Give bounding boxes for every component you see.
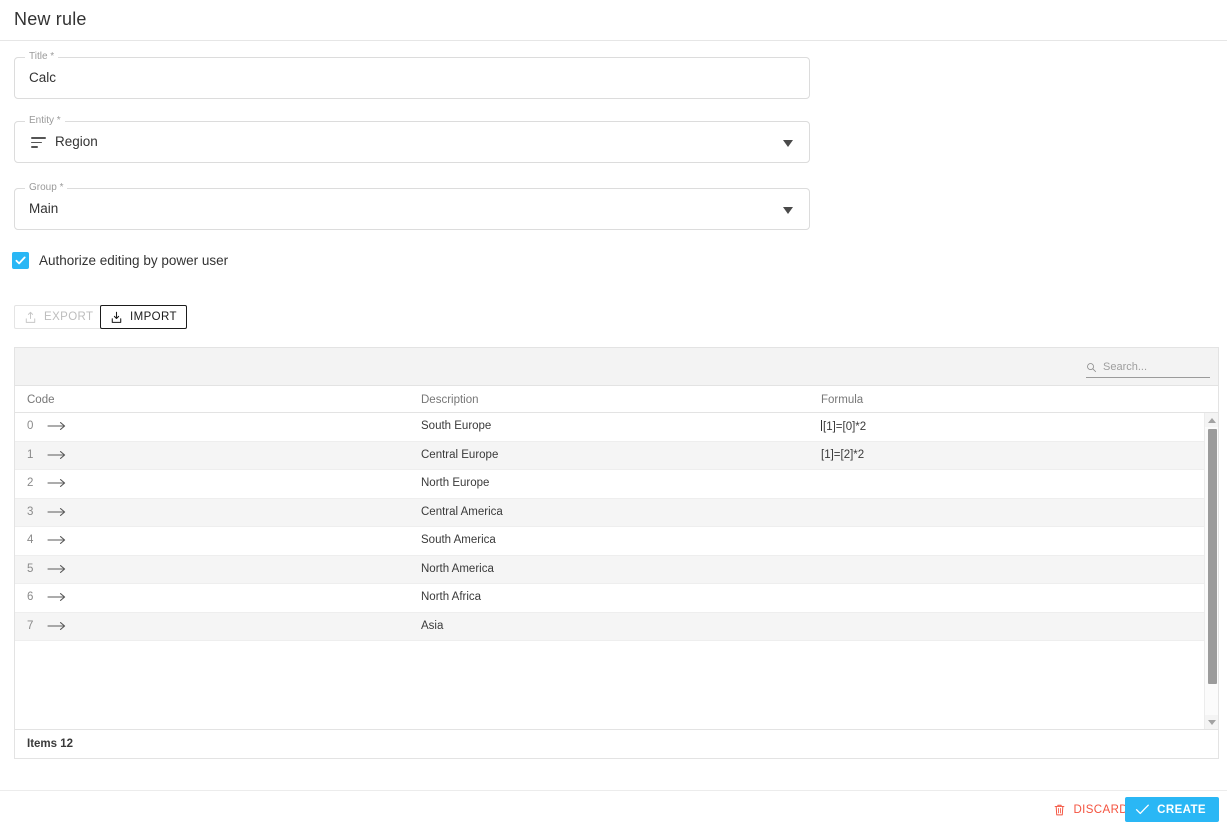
row-description: Central America [421,505,503,518]
discard-button[interactable]: DISCARD [1049,799,1132,821]
table-row[interactable]: 5 North America [15,555,1218,584]
text-caret [821,420,822,431]
row-formula[interactable]: [1]=[0]*2 [821,420,866,433]
page-title: New rule [14,9,87,29]
table-row[interactable]: 4 South America [15,527,1218,556]
table-vertical-scrollbar[interactable] [1204,413,1218,729]
search-box[interactable] [1086,357,1210,378]
entity-field-label: Entity * [25,115,65,127]
row-arrow-icon[interactable] [47,476,67,490]
new-rule-page: New rule Title * Calc Entity * Region Gr… [0,0,1227,827]
scroll-down-arrow-icon[interactable] [1205,715,1218,729]
import-button[interactable]: IMPORT [100,305,187,329]
row-description: South Europe [421,420,492,432]
row-arrow-icon[interactable] [47,448,67,462]
create-button-label: CREATE [1157,803,1206,816]
search-input[interactable] [1103,361,1210,373]
row-arrow-icon[interactable] [47,533,67,547]
row-code: 2 [27,477,34,489]
items-count: Items 12 [27,738,74,750]
column-header-code[interactable]: Code [27,394,55,406]
group-field-label: Group * [25,182,68,194]
row-description: North Africa [421,591,482,603]
table-row[interactable]: 1 Central Europe [1]=[2]*2 [15,441,1218,470]
page-header: New rule [0,0,1227,41]
table-toolbar [15,348,1218,386]
upload-icon [25,311,36,323]
table-body: 0 South Europe [1]=[0]*2 1 Central Europe [1]… [15,413,1218,729]
row-description: South America [421,534,496,546]
row-code: 4 [27,534,34,546]
entity-field-value: Region [55,134,98,149]
export-button-label: EXPORT [44,311,94,323]
scroll-up-arrow-icon[interactable] [1205,413,1218,427]
entity-select[interactable]: Entity * Region [14,115,810,163]
discard-button-label: DISCARD [1073,804,1128,816]
row-description: North Europe [421,477,490,489]
group-select[interactable]: Group * Main [14,182,810,230]
rules-table-panel: Code Description Formula 0 South Europe [1… [14,347,1219,759]
scrollbar-thumb[interactable] [1208,429,1217,684]
row-arrow-icon[interactable] [47,619,67,633]
row-code: 7 [27,619,34,632]
table-row[interactable]: 6 North Africa [15,584,1218,613]
table-row[interactable]: 0 South Europe [1]=[0]*2 [15,413,1218,442]
table-row[interactable]: 2 North Europe [15,470,1218,499]
check-icon [1136,804,1150,815]
import-button-label: IMPORT [130,311,177,323]
title-field-label: Title * [25,51,59,63]
row-description: Central Europe [421,448,499,461]
row-code: 5 [27,562,34,575]
title-field[interactable]: Title * Calc [14,51,810,99]
group-field-value: Main [29,201,59,216]
authorize-editing-label: Authorize editing by power user [39,252,229,268]
chevron-down-icon[interactable] [783,207,793,214]
table-header-row: Code Description Formula [15,386,1218,413]
table-footer: Items 12 [15,729,1218,758]
create-button[interactable]: CREATE [1125,797,1219,822]
row-code: 0 [27,420,34,432]
row-code: 3 [27,505,34,518]
row-arrow-icon[interactable] [47,590,67,604]
row-description: Asia [421,619,444,632]
search-icon [1087,362,1097,372]
export-button[interactable]: EXPORT [14,305,104,329]
authorize-editing-checkbox[interactable] [12,251,29,269]
column-header-description[interactable]: Description [421,394,479,406]
row-arrow-icon[interactable] [47,505,67,519]
table-row[interactable]: 7 Asia [15,612,1218,641]
chevron-down-icon[interactable] [783,140,793,147]
row-formula-text: [1]=[0]*2 [823,421,867,433]
authorize-editing-checkbox-row[interactable]: Authorize editing by power user [12,250,228,270]
trash-icon [1055,804,1065,816]
row-formula[interactable]: [1]=[2]*2 [821,449,864,461]
row-description: North America [421,562,494,575]
title-field-value: Calc [29,70,57,85]
row-arrow-icon[interactable] [47,419,67,433]
row-code: 6 [27,591,34,603]
download-icon [111,311,122,323]
list-lines-icon [31,137,46,148]
column-header-formula[interactable]: Formula [821,394,863,406]
action-bar: DISCARD CREATE [0,790,1227,827]
table-row[interactable]: 3 Central America [15,498,1218,527]
row-arrow-icon[interactable] [47,562,67,576]
row-code: 1 [27,448,34,461]
